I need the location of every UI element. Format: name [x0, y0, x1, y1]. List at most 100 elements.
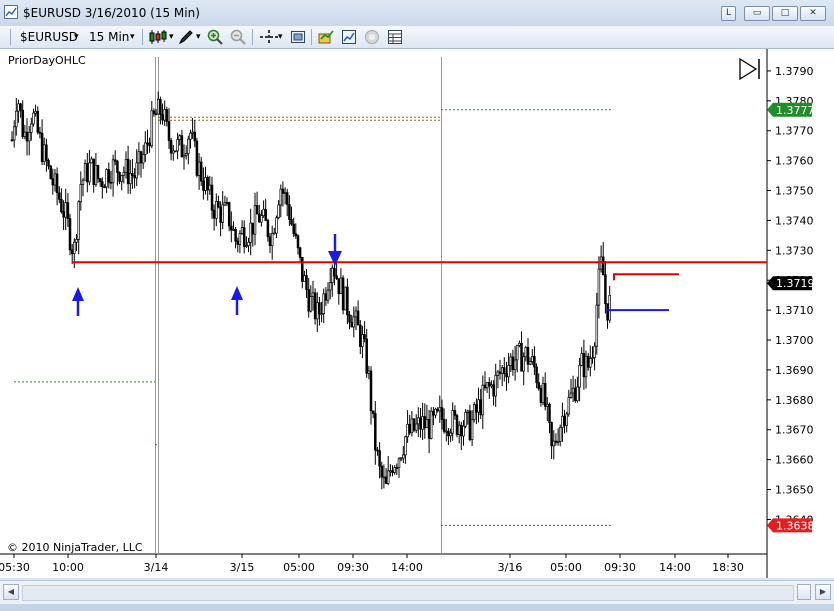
candle-body [90, 158, 93, 164]
candle-body [434, 408, 437, 416]
zoom-out-icon[interactable] [230, 29, 246, 45]
scroll-right-icon[interactable]: ▶ [815, 584, 831, 600]
candle-body [515, 344, 519, 361]
candle-body [266, 220, 270, 238]
price-tick-label: 1.3660 [775, 454, 814, 467]
candle-body [262, 208, 265, 216]
candle-body [468, 410, 472, 440]
candle-body [503, 367, 506, 374]
instrument-dropdown-icon[interactable]: ▾ [74, 28, 79, 46]
candle-body [107, 169, 111, 183]
candle-body [589, 358, 592, 368]
circle-icon[interactable] [364, 29, 380, 45]
candle-body [404, 436, 407, 456]
candle-body [296, 235, 300, 249]
pen-icon[interactable] [178, 29, 194, 45]
candle-body [212, 209, 216, 219]
candle-body [21, 109, 24, 137]
candle-body [221, 204, 224, 223]
candle-body [245, 245, 248, 247]
candle-body [363, 334, 366, 340]
candle-body [45, 144, 48, 161]
time-tick-label: 14:00 [659, 561, 691, 574]
minimize-button[interactable]: ▭ [744, 6, 770, 21]
table-icon[interactable] [387, 29, 403, 45]
candle-body [522, 356, 525, 372]
candle-body [361, 334, 364, 347]
candle-body [247, 241, 250, 246]
candle-body [19, 103, 22, 111]
candle-body [73, 241, 76, 255]
properties-icon[interactable] [290, 29, 306, 45]
candle-body [86, 163, 89, 183]
price-tick-label: 1.3710 [775, 304, 814, 317]
price-tag-value: 1.3777 [776, 104, 815, 117]
zoom-in-icon[interactable] [207, 29, 223, 45]
scroll-left-icon[interactable]: ◀ [3, 584, 19, 600]
chart-panel[interactable]: 1.3790 1.3780 1.3770 1.3760 1.3750 1.3740 1.37… [0, 49, 834, 578]
candle-body [586, 355, 590, 368]
candle-body [238, 233, 242, 245]
candle-body [464, 411, 467, 427]
candle-body [341, 277, 345, 311]
candle-body [281, 188, 285, 194]
candle-body [335, 275, 338, 279]
price-tick-label: 1.3770 [775, 125, 814, 138]
scroll-thumb[interactable] [797, 584, 811, 600]
candle-body [193, 131, 197, 142]
scroll-track[interactable] [22, 585, 794, 601]
drawing-dropdown-icon[interactable]: ▾ [196, 28, 201, 46]
candle-body [457, 424, 461, 435]
candle-body [176, 139, 179, 152]
time-tick-label: 05:00 [550, 561, 582, 574]
candle-body [230, 225, 233, 231]
candle-body [479, 399, 482, 416]
chart-style-dropdown-icon[interactable]: ▾ [169, 28, 174, 46]
crosshair-icon[interactable] [259, 29, 279, 45]
candle-body [53, 173, 57, 186]
candle-body [565, 413, 568, 426]
candle-body [423, 416, 427, 429]
candle-body [513, 359, 517, 371]
time-tick-label: 10:00 [52, 561, 84, 574]
interval-selector[interactable]: 15 Min [89, 28, 129, 46]
chart-style-icon[interactable] [341, 29, 357, 45]
candlestick-icon[interactable] [149, 29, 169, 45]
price-tick-label: 1.3750 [775, 185, 814, 198]
candle-body [77, 201, 80, 240]
candle-body [365, 338, 368, 374]
candle-body [64, 202, 67, 218]
close-button[interactable]: ✕ [800, 6, 826, 21]
candle-body [386, 470, 390, 484]
interval-dropdown-icon[interactable]: ▾ [130, 28, 135, 46]
data-box-icon[interactable] [318, 29, 334, 45]
candle-body [163, 109, 166, 121]
candle-body [494, 375, 497, 397]
candle-body [180, 135, 184, 158]
candle-body [17, 103, 20, 112]
candle-body [34, 111, 37, 114]
candle-body [597, 268, 601, 306]
crosshair-dropdown-icon[interactable]: ▾ [278, 28, 283, 46]
candle-body [227, 202, 231, 227]
candle-body [339, 277, 343, 294]
link-button[interactable]: L [721, 6, 736, 21]
candle-body [492, 384, 495, 397]
candle-body [569, 392, 573, 398]
maximize-button[interactable]: □ [772, 6, 798, 21]
candle-body [217, 201, 220, 208]
indicator-label: PriorDayOHLC [8, 54, 86, 67]
horizontal-scrollbar[interactable]: ◀ ▶ [0, 580, 834, 605]
candle-body [541, 382, 545, 404]
price-chart[interactable]: 1.37901.37801.37701.37601.37501.37401.37… [0, 49, 834, 578]
candle-body [174, 150, 177, 153]
instrument-selector[interactable]: $EURUSD [20, 28, 78, 46]
candle-body [294, 233, 298, 237]
candle-body [62, 211, 65, 218]
candle-body [103, 186, 106, 189]
candle-body [500, 367, 504, 374]
candle-body [277, 204, 280, 219]
candle-body [236, 240, 240, 245]
candle-body [371, 410, 375, 414]
candle-body [601, 256, 605, 276]
